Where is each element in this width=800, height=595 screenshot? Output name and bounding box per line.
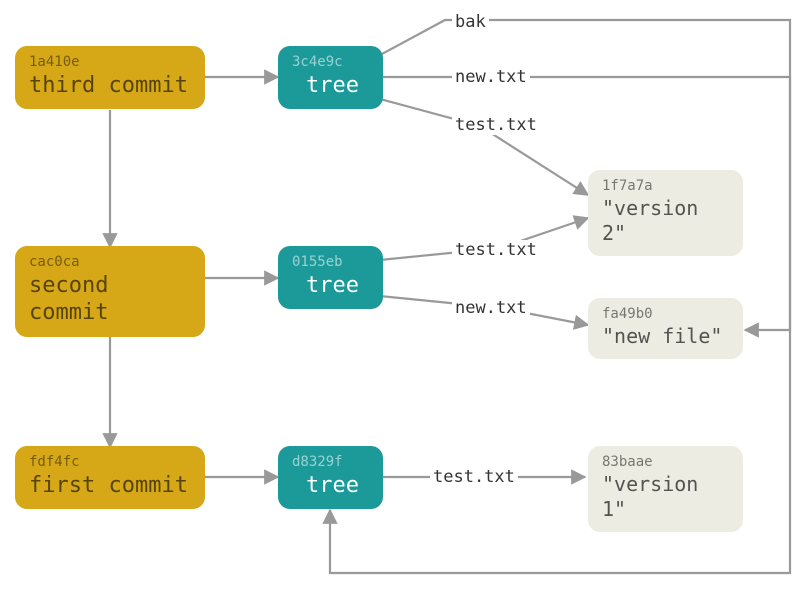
blob-msg: "version 1" [602,472,698,521]
edge-label-newtxt: new.txt [452,298,530,318]
tree-label: tree [292,473,359,498]
edge-label-testtxt: test.txt [452,115,540,135]
commit-msg: first commit [29,473,188,498]
commit-msg: second commit [29,273,108,326]
tree-hash: 0155eb [292,254,369,272]
tree-hash: d8329f [292,454,369,472]
commit-third: 1a410e third commit [15,46,205,109]
blob-83baae: 83baae "version 1" [588,446,743,532]
blob-msg: "new file" [602,324,722,348]
blob-fa49b0: fa49b0 "new file" [588,298,743,359]
commit-second: cac0ca second commit [15,246,205,337]
commit-hash: 1a410e [29,54,191,72]
tree-label: tree [292,73,359,98]
blob-hash: 83baae [602,454,729,472]
commit-hash: fdf4fc [29,454,191,472]
blob-hash: 1f7a7a [602,178,729,196]
edge-label-testtxt: test.txt [452,240,540,260]
tree-0155eb: 0155eb tree [278,246,383,309]
tree-d8329f: d8329f tree [278,446,383,509]
commit-first: fdf4fc first commit [15,446,205,509]
blob-msg: "version 2" [602,196,698,245]
commit-msg: third commit [29,73,188,98]
blob-hash: fa49b0 [602,306,729,324]
tree-label: tree [292,273,359,298]
commit-hash: cac0ca [29,254,191,272]
tree-3c4e9c: 3c4e9c tree [278,46,383,109]
blob-1f7a7a: 1f7a7a "version 2" [588,170,743,256]
edge-label-testtxt: test.txt [430,467,518,487]
edge-label-newtxt: new.txt [452,67,530,87]
edge-label-bak: bak [452,12,489,32]
tree-hash: 3c4e9c [292,54,369,72]
